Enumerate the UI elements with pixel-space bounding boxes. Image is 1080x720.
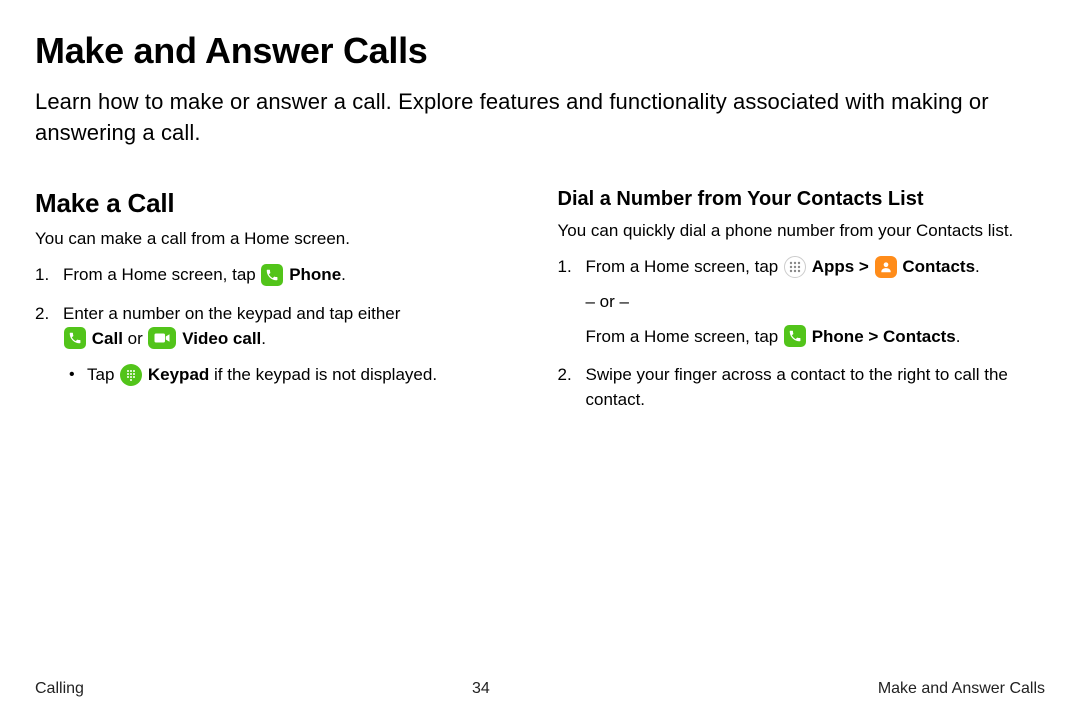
or-separator: – or – <box>586 290 1046 315</box>
make-call-steps: From a Home screen, tap Phone. Enter a n… <box>35 263 523 388</box>
make-call-desc: You can make a call from a Home screen. <box>35 227 523 251</box>
alt-pre: From a Home screen, tap <box>586 327 783 346</box>
keypad-icon <box>120 364 142 386</box>
keypad-label: Keypad <box>148 365 209 384</box>
step2-or: or <box>123 329 148 348</box>
video-call-icon <box>148 327 176 349</box>
chevron-1: > <box>854 257 873 276</box>
alt-path: From a Home screen, tap Phone > Contacts… <box>586 325 1046 350</box>
step1-post: . <box>341 265 346 284</box>
intro-text: Learn how to make or answer a call. Expl… <box>35 86 1045 148</box>
apps-icon <box>784 256 806 278</box>
chevron-2: > <box>864 327 883 346</box>
step2-pre: Enter a number on the keypad and tap eit… <box>63 304 400 323</box>
dial-contacts-heading: Dial a Number from Your Contacts List <box>558 188 1046 211</box>
contacts-icon <box>875 256 897 278</box>
make-call-step-1: From a Home screen, tap Phone. <box>35 263 523 288</box>
page-footer: Calling 34 Make and Answer Calls <box>35 680 1045 698</box>
footer-right: Make and Answer Calls <box>878 680 1045 698</box>
call-icon <box>64 327 86 349</box>
contacts-label: Contacts <box>902 257 975 276</box>
page-title: Make and Answer Calls <box>35 30 1045 72</box>
step1-pre: From a Home screen, tap <box>63 265 260 284</box>
make-call-heading: Make a Call <box>35 188 523 219</box>
left-column: Make a Call You can make a call from a H… <box>35 188 523 426</box>
phone-label: Phone <box>289 265 341 284</box>
apps-label: Apps <box>812 257 855 276</box>
make-call-step-2: Enter a number on the keypad and tap eit… <box>35 302 523 388</box>
alt-post: . <box>956 327 961 346</box>
bullet-post: if the keypad is not displayed. <box>209 365 437 384</box>
call-label: Call <box>92 329 123 348</box>
keypad-bullet: Tap Keypad if the keypad is not displaye… <box>63 363 523 388</box>
content-columns: Make a Call You can make a call from a H… <box>35 188 1045 426</box>
dial-step-1: From a Home screen, tap Apps > Contacts.… <box>558 255 1046 349</box>
step2-post: . <box>261 329 266 348</box>
alt-phone-label: Phone <box>812 327 864 346</box>
make-call-sub-bullets: Tap Keypad if the keypad is not displaye… <box>63 363 523 388</box>
footer-page-number: 34 <box>472 680 490 698</box>
footer-left: Calling <box>35 680 84 698</box>
video-call-label: Video call <box>182 329 261 348</box>
dial-step-2: Swipe your finger across a contact to th… <box>558 363 1046 412</box>
alt-contacts-label: Contacts <box>883 327 956 346</box>
phone-icon <box>261 264 283 286</box>
right-column: Dial a Number from Your Contacts List Yo… <box>558 188 1046 426</box>
dial-contacts-steps: From a Home screen, tap Apps > Contacts.… <box>558 255 1046 412</box>
r-step1-post: . <box>975 257 980 276</box>
dial-contacts-desc: You can quickly dial a phone number from… <box>558 219 1046 243</box>
phone-icon-alt <box>784 325 806 347</box>
bullet-pre: Tap <box>87 365 119 384</box>
r-step1-pre: From a Home screen, tap <box>586 257 783 276</box>
